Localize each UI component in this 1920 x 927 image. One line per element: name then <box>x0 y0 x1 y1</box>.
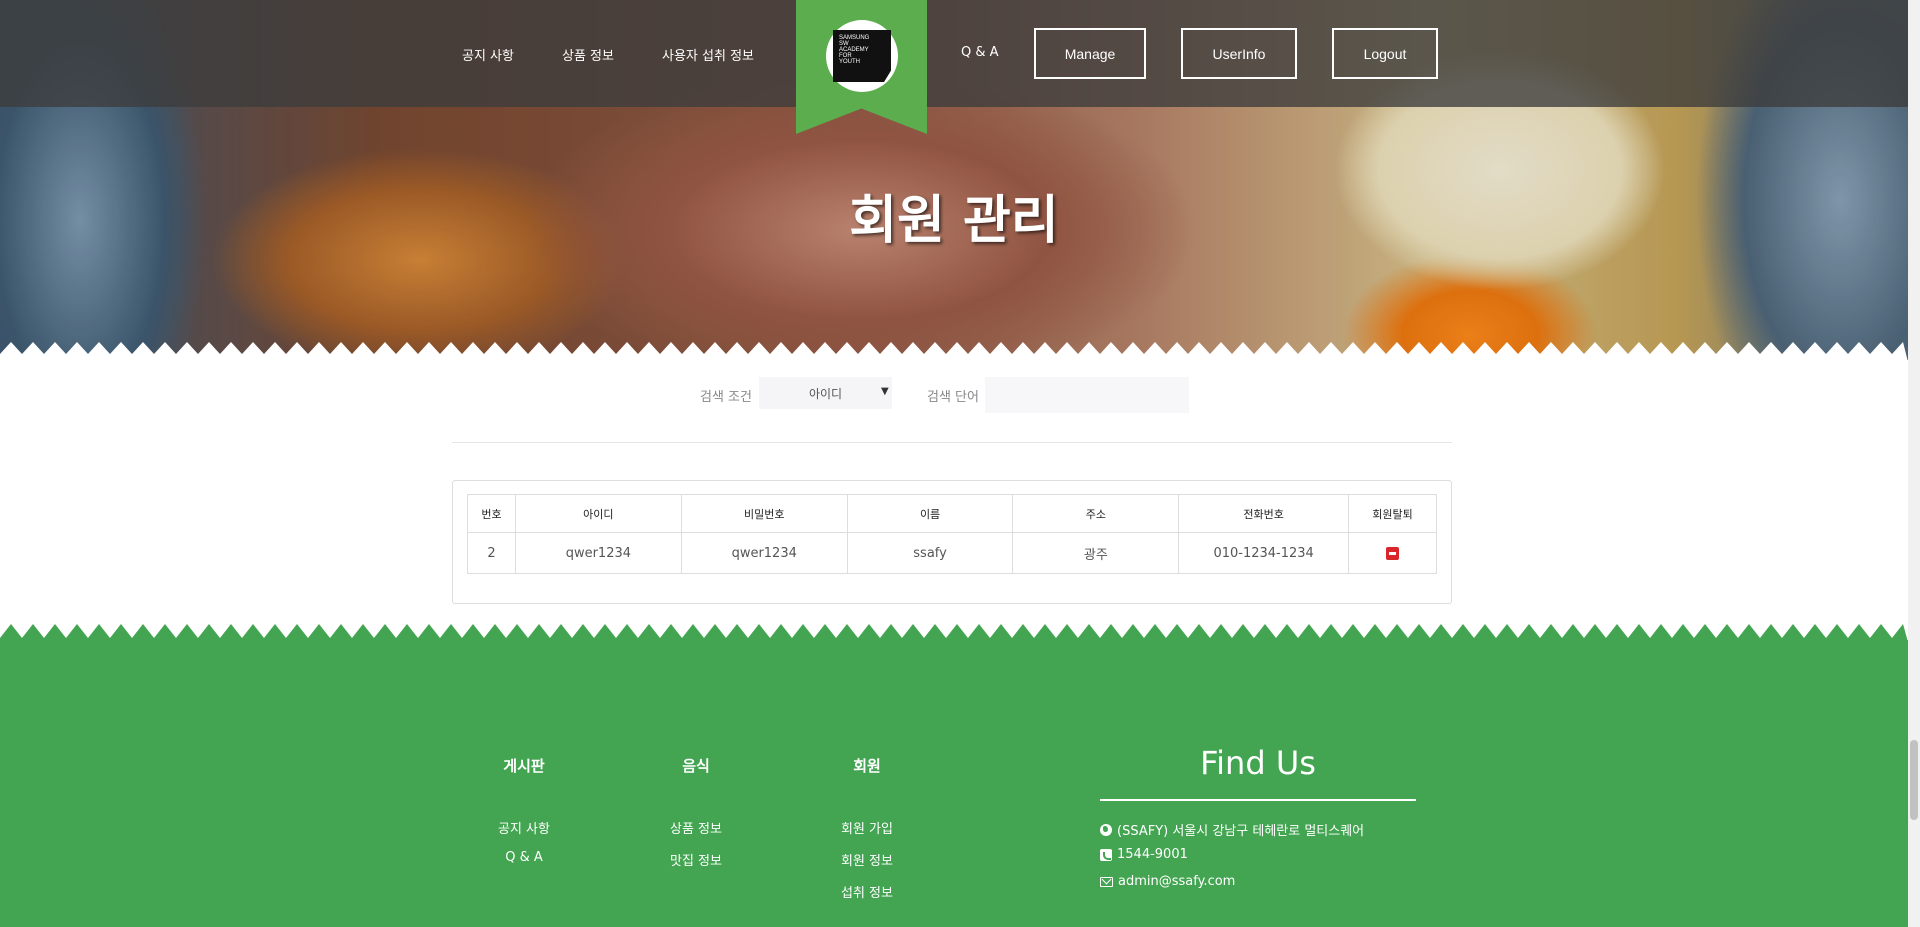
find-us-underline <box>1100 799 1416 801</box>
footer-link-qna[interactable]: Q & A <box>464 850 584 865</box>
table-header-row: 번호 아이디 비밀번호 이름 주소 전화번호 회원탈퇴 <box>467 494 1437 533</box>
nav-product-link[interactable]: 상품 정보 <box>562 45 614 64</box>
footer-food-title: 음식 <box>682 757 710 775</box>
phone-icon <box>1100 848 1112 861</box>
search-condition-select[interactable]: 아이디 <box>759 377 892 409</box>
manage-button[interactable]: Manage <box>1034 28 1146 79</box>
cell-id: qwer1234 <box>514 532 682 574</box>
footer-member-title: 회원 <box>853 757 881 775</box>
nav-notice-link[interactable]: 공지 사항 <box>462 45 514 64</box>
col-header-id: 아이디 <box>514 494 682 533</box>
col-header-phone: 전화번호 <box>1178 494 1350 533</box>
cell-no: 2 <box>467 532 516 574</box>
email-text[interactable]: admin@ssafy.com <box>1118 874 1235 889</box>
cell-withdraw <box>1348 532 1437 574</box>
ssafy-logo[interactable]: SAMSUNG SW ACADEMY FOR YOUTH <box>826 20 898 92</box>
remove-member-icon[interactable] <box>1386 546 1400 560</box>
cell-name: ssafy <box>846 532 1014 574</box>
nav-intake-link[interactable]: 사용자 섭취 정보 <box>662 45 754 64</box>
footer-link-notice[interactable]: 공지 사항 <box>464 818 584 837</box>
cell-address: 광주 <box>1012 532 1180 574</box>
footer-link-restaurant[interactable]: 맛집 정보 <box>636 850 756 869</box>
contact-address: (SSAFY) 서울시 강남구 테헤란로 멀티스퀘어 <box>1100 820 1364 839</box>
footer-link-memberinfo[interactable]: 회원 정보 <box>807 850 927 869</box>
userinfo-button[interactable]: UserInfo <box>1181 28 1297 79</box>
scrollbar-thumb[interactable] <box>1910 740 1918 820</box>
page-title: 회원 관리 <box>849 191 1059 251</box>
contact-email: admin@ssafy.com <box>1100 874 1235 889</box>
cell-phone: 010-1234-1234 <box>1178 532 1350 574</box>
zigzag-divider-top <box>0 342 1908 362</box>
mail-icon <box>1100 876 1113 887</box>
col-header-address: 주소 <box>1012 494 1180 533</box>
address-text: (SSAFY) 서울시 강남구 테헤란로 멀티스퀘어 <box>1117 824 1365 839</box>
ssafy-logo-mark: SAMSUNG SW ACADEMY FOR YOUTH <box>833 30 891 82</box>
search-keyword-label: 검색 단어 <box>927 390 979 405</box>
phone-text: 1544-9001 <box>1117 847 1188 862</box>
search-divider <box>452 442 1452 443</box>
footer-link-signup[interactable]: 회원 가입 <box>807 818 927 837</box>
find-us-title: Find Us <box>1200 744 1316 782</box>
logo-line: YOUTH <box>839 59 860 65</box>
zigzag-divider-bottom <box>0 624 1908 642</box>
footer-board-title: 게시판 <box>503 757 545 775</box>
search-keyword-input[interactable] <box>985 377 1189 413</box>
table-row: 2 qwer1234 qwer1234 ssafy 광주 010-1234-12… <box>467 532 1437 574</box>
contact-phone: 1544-9001 <box>1100 847 1188 862</box>
footer-link-product[interactable]: 상품 정보 <box>636 818 756 837</box>
col-header-no: 번호 <box>467 494 516 533</box>
col-header-password: 비밀번호 <box>680 494 848 533</box>
chevron-down-icon: ▼ <box>881 386 889 397</box>
member-table: 번호 아이디 비밀번호 이름 주소 전화번호 회원탈퇴 2 qwer1234 q… <box>467 494 1437 574</box>
col-header-withdraw: 회원탈퇴 <box>1348 494 1437 533</box>
globe-icon <box>1100 823 1112 836</box>
col-header-name: 이름 <box>846 494 1014 533</box>
top-navbar <box>0 0 1908 107</box>
cell-password: qwer1234 <box>680 532 848 574</box>
footer-link-intake[interactable]: 섭취 정보 <box>807 882 927 901</box>
nav-qna-link[interactable]: Q & A <box>961 45 999 60</box>
footer <box>0 640 1908 927</box>
search-condition-label: 검색 조건 <box>700 390 752 405</box>
logout-button[interactable]: Logout <box>1332 28 1438 79</box>
